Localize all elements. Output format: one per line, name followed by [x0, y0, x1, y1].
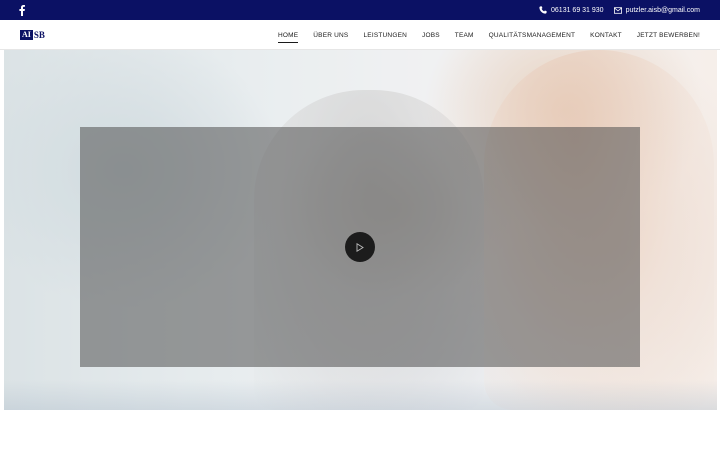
hero-banner	[4, 50, 717, 410]
nav-kontakt[interactable]: KONTAKT	[590, 29, 622, 42]
video-play-button[interactable]	[345, 232, 375, 262]
main-menu: HOME ÜBER UNS LEISTUNGEN JOBS TEAM QUALI…	[277, 20, 700, 50]
phone-icon	[539, 6, 547, 14]
facebook-icon	[19, 4, 25, 16]
site-logo[interactable]: AI SB	[20, 29, 45, 41]
email-address: putzler.aisb@gmail.com	[625, 6, 700, 14]
nav-home[interactable]: HOME	[277, 29, 299, 43]
phone-number: 06131 69 31 930	[551, 6, 604, 14]
top-bar: 06131 69 31 930 putzler.aisb@gmail.com	[0, 0, 720, 20]
play-icon	[356, 242, 364, 252]
main-navbar: AI SB HOME ÜBER UNS LEISTUNGEN JOBS TEAM…	[0, 20, 720, 50]
envelope-icon	[613, 6, 622, 14]
facebook-link[interactable]	[17, 4, 27, 16]
email-link[interactable]: putzler.aisb@gmail.com	[613, 6, 700, 14]
logo-mark: AI	[20, 30, 33, 40]
nav-jobs[interactable]: JOBS	[422, 29, 440, 42]
nav-qualitaetsmanagement[interactable]: QUALITÄTSMANAGEMENT	[489, 29, 576, 42]
nav-jetzt-bewerben[interactable]: JETZT BEWERBEN!	[637, 29, 700, 42]
phone-link[interactable]: 06131 69 31 930	[539, 6, 604, 14]
nav-ueber-uns[interactable]: ÜBER UNS	[313, 29, 348, 42]
hero-bottom-shade	[4, 380, 717, 410]
nav-team[interactable]: TEAM	[455, 29, 474, 42]
contact-info: 06131 69 31 930 putzler.aisb@gmail.com	[539, 0, 700, 20]
nav-leistungen[interactable]: LEISTUNGEN	[363, 29, 407, 42]
logo-text: SB	[33, 30, 45, 40]
